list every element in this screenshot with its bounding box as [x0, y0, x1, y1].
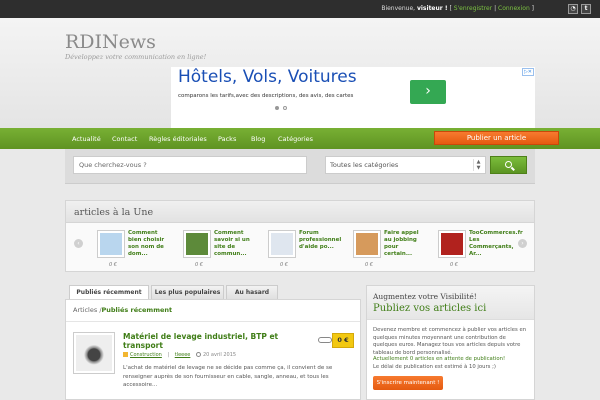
search-input[interactable]: Que cherchez-vous ?	[73, 156, 307, 174]
nav-item-blog[interactable]: Blog	[251, 135, 265, 143]
visibility-text: Devenez membre et commencez à publier vo…	[373, 327, 527, 356]
article-tabs: Publiés récemment Les plus populaires Au…	[65, 285, 361, 300]
nav-item-actualite[interactable]: Actualité	[72, 135, 101, 143]
article-author[interactable]: tleeee	[175, 352, 191, 358]
signup-button[interactable]: S'inscrire maintenant !	[373, 376, 443, 390]
clock-icon	[195, 352, 201, 357]
nav-item-contact[interactable]: Contact	[112, 135, 137, 143]
article-date: 20 avril 2015	[202, 352, 237, 358]
category-select[interactable]: Toutes les catégories ▲ ▼	[325, 156, 486, 174]
featured-thumbnail[interactable]	[268, 230, 296, 258]
article-meta: Construction | tleeee 20 avril 2015	[123, 352, 236, 358]
visibility-box: Augmentez votre Visibilité! Publiez vos …	[366, 285, 535, 400]
featured-thumbnail[interactable]	[353, 230, 381, 258]
price-tag-icon	[318, 337, 332, 343]
carousel-prev-icon[interactable]: ‹	[74, 239, 83, 248]
twitter-icon[interactable]: t	[581, 4, 591, 14]
article-excerpt: L'achat de matériel de levage ne se déci…	[123, 365, 333, 388]
site-logo[interactable]: RDINews	[65, 31, 156, 53]
article-category[interactable]: Construction	[130, 352, 162, 358]
visibility-subheading: Publiez vos articles ici	[373, 303, 487, 314]
ad-choices-icon[interactable]: ▷✕	[521, 68, 534, 76]
breadcrumb-root[interactable]: Articles	[73, 306, 97, 314]
featured-item[interactable]: TooCommerces.fr Les Commerçants, Ar... 0…	[438, 230, 523, 270]
register-link[interactable]: S'enregistrer	[454, 5, 492, 12]
featured-item-title[interactable]: Forum professionnel d'aide po...	[299, 230, 341, 251]
featured-item[interactable]: Comment savoir si un site de commun... 0…	[183, 230, 257, 270]
article-title[interactable]: Matériel de levage industriel, BTP et tr…	[123, 332, 283, 350]
nav-item-regles[interactable]: Règles éditoriales	[149, 135, 207, 143]
header: RDINews Développez votre communication e…	[0, 18, 600, 129]
visibility-heading: Augmentez votre Visibilité!	[373, 292, 477, 301]
featured-item-price: 0 €	[195, 262, 203, 268]
publication-delay: Le délai de publication est estimé à 10 …	[373, 364, 496, 370]
breadcrumb-current: Publiés récemment	[101, 306, 173, 314]
featured-item-price: 0 €	[109, 262, 117, 268]
welcome-text: Bienvenue, visiteur ! [ S'enregistrer | …	[381, 5, 534, 12]
featured-thumbnail[interactable]	[438, 230, 466, 258]
featured-item-price: 0 €	[450, 262, 458, 268]
search-icon	[505, 161, 512, 168]
article-thumbnail[interactable]	[73, 332, 115, 374]
featured-item[interactable]: Comment bien choisir son nom de dom... 0…	[97, 230, 171, 270]
tab-recent[interactable]: Publiés récemment	[69, 285, 149, 300]
pager-dot-2[interactable]	[283, 106, 287, 110]
featured-articles: articles à la Une ‹ › Comment bien chois…	[65, 200, 535, 272]
article-price: 0 €	[332, 333, 354, 348]
pager-dot-1[interactable]	[275, 106, 279, 110]
folder-icon	[123, 352, 128, 357]
tab-random[interactable]: Au hasard	[226, 285, 278, 300]
ad-banner[interactable]: Hôtels, Vols, Voitures comparons les tar…	[171, 67, 535, 129]
ad-headline[interactable]: Hôtels, Vols, Voitures	[178, 67, 357, 87]
breadcrumb: Articles /Publiés récemment	[73, 306, 172, 314]
tab-popular[interactable]: Les plus populaires	[151, 285, 224, 300]
featured-thumbnail[interactable]	[183, 230, 211, 258]
featured-title: articles à la Une	[74, 207, 154, 218]
visitor-label: visiteur !	[416, 5, 448, 12]
login-link[interactable]: Connexion	[498, 5, 530, 12]
site-tagline: Développez votre communication en ligne!	[65, 53, 207, 61]
pending-count: Actuellement 0 articles en attente de pu…	[373, 356, 506, 362]
nav-item-packs[interactable]: Packs	[218, 135, 236, 143]
featured-item[interactable]: Forum professionnel d'aide po... 0 €	[268, 230, 342, 270]
search-button[interactable]	[490, 156, 527, 174]
featured-item-price: 0 €	[280, 262, 288, 268]
welcome-prefix: Bienvenue,	[381, 5, 417, 12]
rss-icon[interactable]: ◔	[568, 4, 578, 14]
featured-item[interactable]: Faire appel au jobbing pour certain... 0…	[353, 230, 427, 270]
featured-item-title[interactable]: Comment bien choisir son nom de dom...	[128, 230, 168, 258]
featured-item-price: 0 €	[365, 262, 373, 268]
category-select-value: Toutes les catégories	[330, 161, 399, 169]
search-bar: Que cherchez-vous ? Toutes les catégorie…	[65, 149, 535, 184]
featured-item-title[interactable]: TooCommerces.fr Les Commerçants, Ar...	[469, 230, 523, 258]
carousel-next-icon[interactable]: ›	[518, 239, 527, 248]
featured-item-title[interactable]: Faire appel au jobbing pour certain...	[384, 230, 424, 258]
featured-header: articles à la Une	[66, 201, 534, 223]
divider	[66, 321, 360, 322]
nav-item-categories[interactable]: Catégories	[278, 135, 313, 143]
main-nav: Actualité Contact Règles éditoriales Pac…	[0, 128, 600, 149]
publish-article-button[interactable]: Publier un article	[434, 131, 559, 145]
top-bar: Bienvenue, visiteur ! [ S'enregistrer | …	[0, 0, 600, 18]
article-panel: Articles /Publiés récemment Matériel de …	[65, 299, 361, 400]
featured-thumbnail[interactable]	[97, 230, 125, 258]
ad-pager	[275, 104, 291, 112]
featured-item-title[interactable]: Comment savoir si un site de commun...	[214, 230, 254, 258]
select-arrows-icon: ▲ ▼	[473, 159, 483, 171]
ad-subline: comparons les tarifs,avec des descriptio…	[178, 93, 354, 99]
visibility-header: Augmentez votre Visibilité! Publiez vos …	[367, 286, 534, 320]
chevron-right-icon[interactable]: ›	[410, 80, 446, 104]
